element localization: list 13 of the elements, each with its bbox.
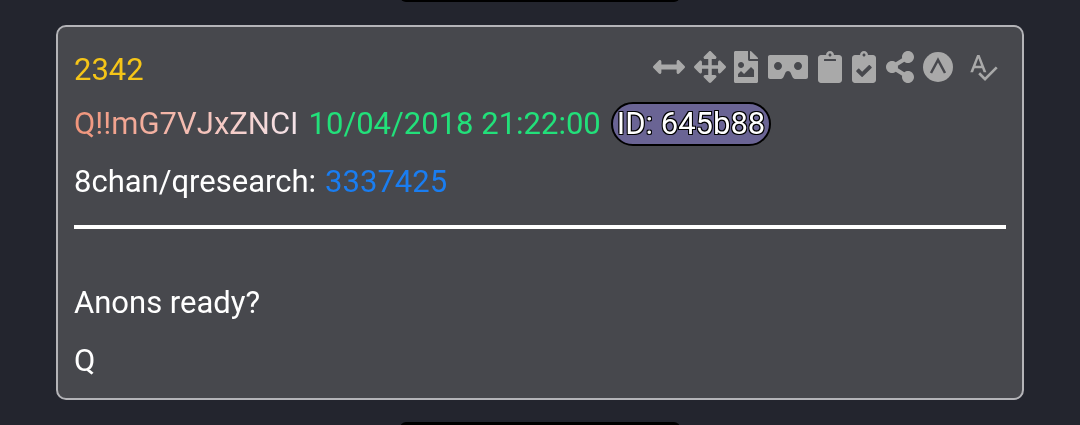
move-icon[interactable] xyxy=(694,51,726,83)
clipboard-icon[interactable] xyxy=(816,51,844,83)
share-icon[interactable] xyxy=(884,51,916,83)
post-timestamp: 10/04/2018 21:22:00 xyxy=(308,104,601,144)
post-text: Anons ready? xyxy=(74,283,262,323)
post-text: Q xyxy=(74,341,97,381)
image-file-icon[interactable] xyxy=(732,51,760,83)
board-label: 8chan/qresearch: xyxy=(74,162,317,202)
post-number: 2342 xyxy=(74,50,144,90)
clipboard-check-icon[interactable] xyxy=(850,51,878,83)
circle-letter-icon[interactable] xyxy=(922,51,954,83)
thread-link[interactable]: 3337425 xyxy=(325,153,448,211)
id-badge: ID: 645b88 xyxy=(610,102,772,146)
